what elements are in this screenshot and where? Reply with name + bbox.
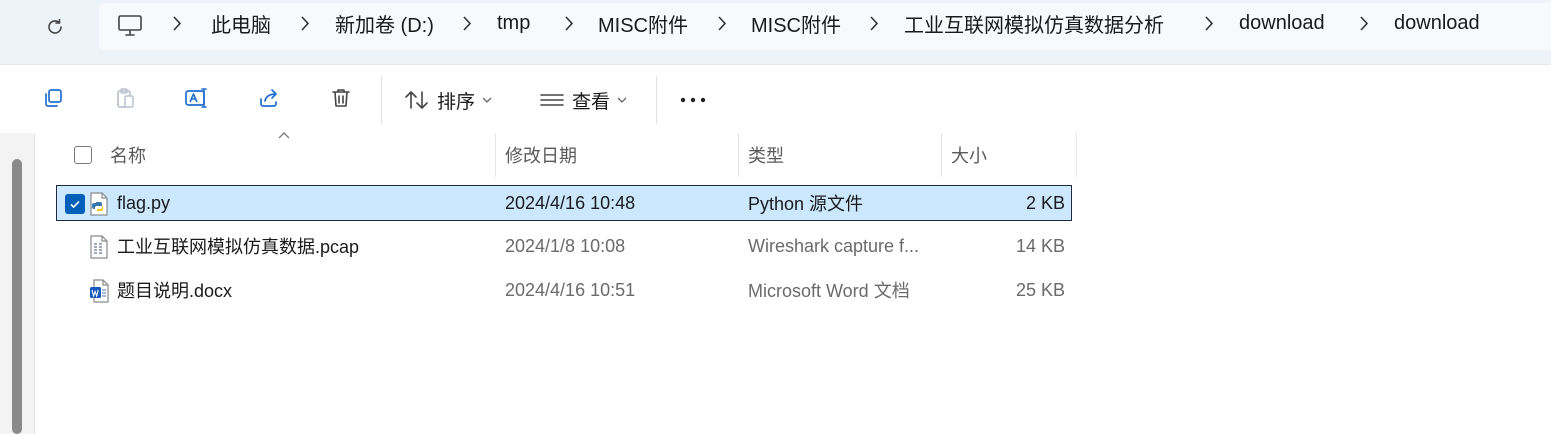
- paste-button[interactable]: [108, 81, 142, 115]
- chevron-right-icon[interactable]: [1356, 0, 1370, 47]
- file-size: 2 KB: [1025, 192, 1065, 213]
- column-divider[interactable]: [941, 133, 942, 177]
- breadcrumb-download-1[interactable]: download: [1239, 0, 1325, 47]
- copy-button[interactable]: [36, 81, 70, 115]
- column-divider[interactable]: [1076, 133, 1077, 177]
- copy-icon: [45, 89, 62, 107]
- breadcrumb-drive-d[interactable]: 新加卷 (D:): [335, 0, 434, 47]
- column-header-type[interactable]: 类型: [748, 133, 784, 177]
- chevron-right-icon[interactable]: [169, 0, 183, 47]
- sort-icon: [405, 91, 428, 109]
- toolbar-divider: [656, 76, 657, 124]
- file-name[interactable]: flag.py: [117, 185, 170, 221]
- row-checkbox[interactable]: [65, 194, 85, 214]
- chevron-right-icon[interactable]: [561, 0, 575, 47]
- chevron-right-icon[interactable]: [297, 0, 311, 47]
- delete-button[interactable]: [324, 81, 358, 115]
- file-modified: 2024/4/16 10:51: [505, 279, 636, 300]
- scrollbar-thumb[interactable]: [12, 159, 22, 434]
- computer-icon: [118, 15, 142, 36]
- file-size: 14 KB: [1015, 235, 1065, 256]
- chevron-down-icon: [482, 97, 492, 103]
- breadcrumb-misc-1[interactable]: MISC附件: [598, 0, 688, 47]
- chevron-right-icon[interactable]: [1201, 0, 1215, 47]
- select-all-checkbox[interactable]: [74, 146, 92, 164]
- column-header-size[interactable]: 大小: [951, 133, 987, 177]
- view-label: 查看: [572, 91, 611, 113]
- command-bar: [0, 64, 1551, 134]
- chevron-right-icon[interactable]: [714, 0, 728, 47]
- chevron-down-icon: [617, 97, 627, 103]
- paste-icon: [117, 88, 134, 108]
- file-name[interactable]: 题目说明.docx: [117, 272, 232, 308]
- python-file-icon: [90, 192, 108, 216]
- sort-ascending-icon: [278, 132, 290, 139]
- breadcrumb-this-pc[interactable]: 此电脑: [211, 0, 271, 47]
- refresh-button[interactable]: [38, 12, 72, 42]
- column-divider[interactable]: [738, 133, 739, 177]
- breadcrumb-misc-2[interactable]: MISC附件: [751, 0, 841, 47]
- rename-icon: [185, 88, 207, 108]
- pcap-file-icon: [90, 235, 108, 259]
- breadcrumb-industrial[interactable]: 工业互联网模拟仿真数据分析: [904, 0, 1164, 47]
- more-icon: [680, 97, 706, 103]
- toolbar-divider: [381, 76, 382, 124]
- share-icon: [260, 89, 277, 107]
- checkmark-icon: [70, 200, 80, 209]
- file-modified: 2024/1/8 10:08: [505, 235, 626, 256]
- column-header-modified[interactable]: 修改日期: [505, 133, 577, 177]
- file-modified: 2024/4/16 10:48: [505, 192, 636, 213]
- chevron-right-icon[interactable]: [866, 0, 880, 47]
- rename-button[interactable]: [180, 81, 214, 115]
- file-type: Python 源文件: [748, 194, 864, 214]
- view-list-icon: [540, 94, 564, 106]
- word-file-icon: [90, 279, 109, 303]
- more-options-button[interactable]: [676, 83, 710, 117]
- file-type: Wireshark capture f...: [748, 235, 920, 256]
- breadcrumb-download-2[interactable]: download: [1394, 0, 1480, 47]
- column-header-name[interactable]: 名称: [110, 133, 146, 177]
- sort-button[interactable]: 排序: [403, 83, 495, 117]
- refresh-icon: [48, 18, 62, 34]
- sort-label: 排序: [437, 91, 476, 113]
- view-button[interactable]: 查看: [538, 83, 630, 117]
- share-button[interactable]: [252, 81, 286, 115]
- trash-icon: [332, 89, 350, 107]
- file-name[interactable]: 工业互联网模拟仿真数据.pcap: [117, 228, 359, 264]
- file-type: Microsoft Word 文档: [748, 281, 910, 301]
- breadcrumb-tmp[interactable]: tmp: [497, 0, 530, 47]
- chevron-right-icon[interactable]: [459, 0, 473, 47]
- column-divider[interactable]: [495, 133, 496, 177]
- file-size: 25 KB: [1015, 279, 1065, 300]
